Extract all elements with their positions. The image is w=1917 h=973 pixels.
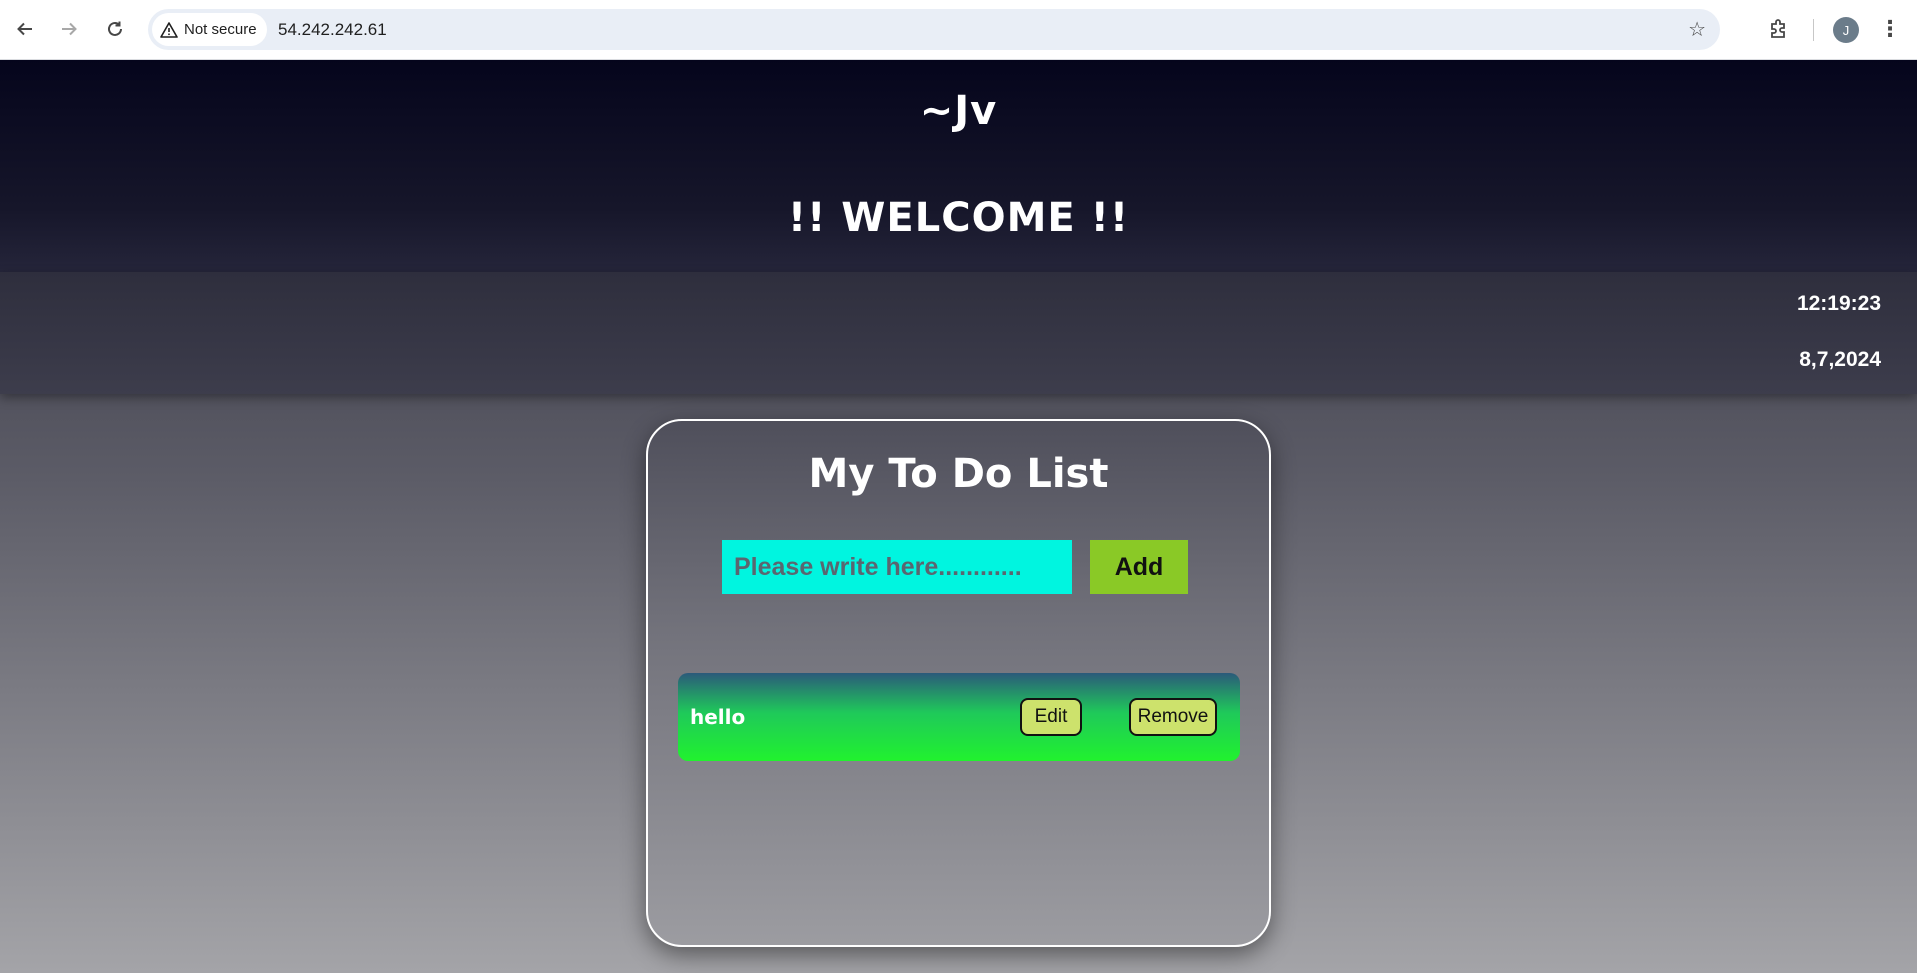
reload-button[interactable] — [99, 13, 131, 45]
warning-icon — [160, 21, 178, 38]
remove-button[interactable]: Remove — [1129, 698, 1217, 736]
clock-bar: 12:19:23 8,7,2024 — [0, 272, 1917, 394]
security-label: Not secure — [184, 21, 257, 38]
todo-list-item: hello Edit Remove — [678, 673, 1240, 761]
todo-title: My To Do List — [808, 451, 1109, 497]
brand-title: ~Jv — [919, 88, 998, 134]
todo-card: My To Do List Add hello Edit Remove — [646, 419, 1271, 947]
reload-icon — [108, 21, 122, 36]
back-button[interactable] — [9, 13, 41, 45]
url-text[interactable]: 54.242.242.61 — [278, 20, 387, 40]
arrow-left-icon — [17, 22, 32, 36]
forward-button[interactable] — [53, 13, 85, 45]
welcome-heading: !! WELCOME !! — [787, 195, 1130, 241]
clock-time: 12:19:23 — [1796, 292, 1881, 315]
clock-date: 8,7,2024 — [1799, 348, 1881, 371]
profile-avatar[interactable]: J — [1833, 17, 1859, 43]
add-button[interactable]: Add — [1090, 540, 1188, 594]
address-bar[interactable]: Not secure 54.242.242.61 ☆ — [148, 9, 1720, 50]
puzzle-icon — [1771, 19, 1785, 38]
toolbar-divider — [1813, 19, 1814, 41]
browser-toolbar: Not secure 54.242.242.61 ☆ J ⋮ — [0, 0, 1917, 60]
edit-button[interactable]: Edit — [1020, 698, 1082, 736]
bookmark-star-icon[interactable]: ☆ — [1688, 17, 1706, 41]
kebab-menu-icon[interactable]: ⋮ — [1879, 14, 1901, 44]
task-input[interactable] — [722, 540, 1072, 594]
extensions-button[interactable] — [1764, 14, 1794, 44]
security-chip[interactable]: Not secure — [152, 13, 267, 46]
page-content: ~Jv !! WELCOME !! 12:19:23 8,7,2024 My T… — [0, 60, 1917, 973]
todo-item-text: hello — [690, 705, 746, 729]
page-header: ~Jv !! WELCOME !! — [0, 60, 1917, 272]
arrow-right-icon — [62, 22, 77, 36]
